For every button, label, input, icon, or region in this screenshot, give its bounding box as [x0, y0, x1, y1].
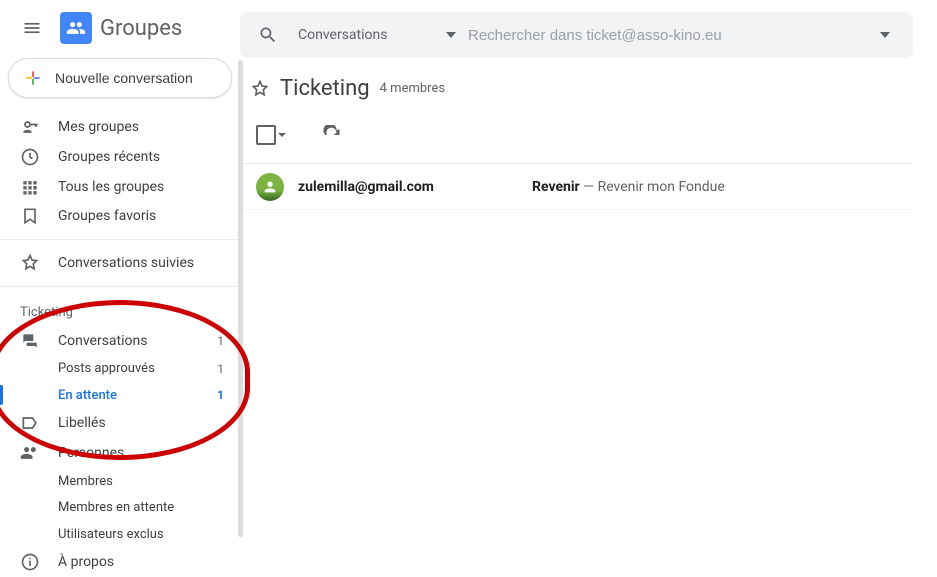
search-options-dropdown[interactable] [867, 17, 903, 53]
star-outline-icon[interactable] [250, 79, 270, 99]
bookmark-icon [20, 206, 40, 226]
forum-icon [20, 331, 40, 351]
main-menu-button[interactable] [12, 8, 52, 48]
search-scope-label: Conversations [298, 27, 446, 43]
compose-label: Nouvelle conversation [55, 70, 193, 86]
avatar [256, 173, 284, 201]
nav-label: Tous les groupes [58, 179, 224, 195]
sidebar-item-conversations[interactable]: Conversations 1 [0, 326, 240, 356]
nav-label: Utilisateurs exclus [58, 527, 224, 542]
search-button[interactable] [250, 17, 286, 53]
dropdown-icon [880, 32, 890, 38]
search-input[interactable] [468, 27, 861, 44]
sidebar-item-people[interactable]: Personnes [0, 438, 240, 468]
sidebar: Groupes Nouvelle conversation Mes groupe… [0, 0, 240, 577]
divider [0, 239, 240, 240]
nav-label: Mes groupes [58, 119, 224, 135]
app-name: Groupes [100, 16, 182, 41]
groups-logo [60, 12, 92, 44]
dropdown-icon [446, 32, 456, 38]
thread-row[interactable]: zulemilla@gmail.com Revenir — Revenir mo… [240, 164, 913, 210]
sidebar-item-members[interactable]: Membres [0, 468, 240, 494]
people-icon [20, 443, 40, 463]
nav-label: À propos [58, 554, 224, 570]
section-label-ticketing: Ticketing [0, 295, 240, 326]
sidebar-item-favorite-groups[interactable]: Groupes favoris [0, 201, 240, 231]
new-conversation-button[interactable]: Nouvelle conversation [8, 58, 232, 98]
sidebar-item-recent-groups[interactable]: Groupes récents [0, 142, 240, 172]
thread-subject: Revenir [532, 179, 580, 195]
hamburger-icon [22, 18, 42, 38]
sidebar-item-banned-users[interactable]: Utilisateurs exclus [0, 521, 240, 547]
nav-label: Posts approuvés [58, 361, 199, 376]
thread-snippet: — Revenir mon Fondue [580, 179, 725, 195]
sidebar-resize-handle[interactable] [238, 60, 243, 537]
nav-label: Personnes [58, 445, 224, 461]
label-icon [20, 413, 40, 433]
thread-subject-line: Revenir — Revenir mon Fondue [532, 179, 725, 195]
nav-label: Membres en attente [58, 500, 224, 515]
info-icon [20, 552, 40, 572]
nav-count: 1 [217, 388, 224, 402]
grid-icon [20, 177, 40, 197]
people-outline-icon [20, 117, 40, 137]
divider [0, 286, 240, 287]
clock-icon [20, 147, 40, 167]
sidebar-item-about[interactable]: À propos [0, 547, 240, 577]
nav-label: Libellés [58, 415, 224, 431]
nav-label: Conversations suivies [58, 255, 224, 271]
group-header: Ticketing 4 membres [240, 58, 937, 111]
plus-icon [23, 68, 43, 88]
people-icon [66, 18, 86, 38]
sidebar-item-labels[interactable]: Libellés [0, 408, 240, 438]
group-member-count: 4 membres [380, 81, 445, 96]
refresh-icon [322, 125, 342, 145]
refresh-button[interactable] [314, 117, 350, 153]
nav-label: Membres [58, 474, 224, 489]
search-bar: Conversations [240, 12, 913, 58]
nav-label: Groupes favoris [58, 208, 224, 224]
nav-label: Conversations [58, 333, 199, 349]
person-icon [262, 179, 278, 195]
sidebar-item-pending-members[interactable]: Membres en attente [0, 494, 240, 520]
main-content: Conversations Ticketing 4 membres [240, 0, 937, 577]
nav-label: Groupes récents [58, 149, 224, 165]
nav-label: En attente [58, 388, 199, 403]
select-all-checkbox[interactable] [256, 125, 276, 145]
nav-count: 1 [217, 362, 224, 376]
list-toolbar [240, 111, 913, 164]
app-header: Groupes [0, 8, 240, 48]
group-title: Ticketing [280, 76, 370, 101]
star-outline-icon [20, 253, 40, 273]
search-icon [258, 25, 278, 45]
sidebar-item-starred-conversations[interactable]: Conversations suivies [0, 248, 240, 278]
thread-sender: zulemilla@gmail.com [298, 179, 518, 195]
sidebar-item-my-groups[interactable]: Mes groupes [0, 112, 240, 142]
sidebar-item-approved-posts[interactable]: Posts approuvés 1 [0, 355, 240, 381]
nav-count: 1 [217, 334, 224, 348]
sidebar-item-pending-posts[interactable]: En attente 1 [0, 382, 240, 408]
search-scope-dropdown[interactable]: Conversations [292, 27, 462, 43]
sidebar-item-all-groups[interactable]: Tous les groupes [0, 172, 240, 202]
